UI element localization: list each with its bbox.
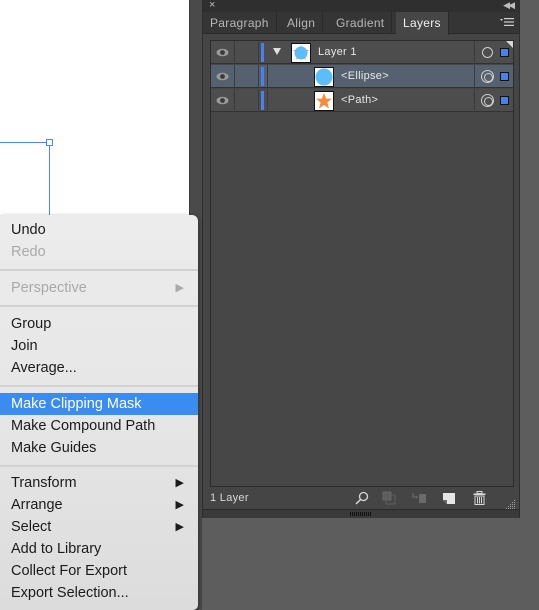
menu-item-undo[interactable]: Undo [0,219,198,241]
menu-item-make-compound-path[interactable]: Make Compound Path [0,415,198,437]
make-clipping-mask-icon[interactable] [381,490,397,506]
menu-item-label: Transform [11,475,77,491]
menu-item-join[interactable]: Join [0,335,198,357]
menu-item-label: Make Compound Path [11,418,156,434]
menu-item-label: Perspective [11,280,87,296]
lock-toggle[interactable] [235,41,259,64]
layer-name[interactable]: <Path> [341,89,378,112]
trash-icon[interactable] [471,490,487,506]
panel-tabs: Paragraph Align Gradient Layers [203,12,519,35]
column-divider [267,89,268,112]
menu-item-redo[interactable]: Redo [0,241,198,263]
ellipse-thumbnail [314,67,334,87]
layer-thumbnail [291,43,311,63]
visibility-toggle[interactable] [211,65,235,88]
menu-item-collect-for-export[interactable]: Collect For Export [0,560,198,582]
layer-count: 1 Layer [210,492,249,504]
selection-indicator[interactable] [500,48,509,57]
menu-item-label: Make Clipping Mask [11,396,142,412]
menu-item-export-selection[interactable]: Export Selection... [0,582,198,604]
tab-align[interactable]: Align [280,12,324,34]
layer-row[interactable]: <Ellipse> [211,65,513,88]
resize-grip-icon[interactable] [506,497,516,509]
menu-item-perspective[interactable]: Perspective ▶ [0,277,198,299]
target-column[interactable] [474,41,513,64]
target-icon[interactable] [481,70,494,83]
target-column[interactable] [474,65,513,88]
menu-item-label: Add to Library [11,541,102,557]
menu-item-label: Export Selection... [11,585,129,601]
tab-layers[interactable]: Layers [396,12,449,35]
eye-icon [216,72,229,81]
menu-item-label: Arrange [11,497,63,513]
layer-color-indicator [261,67,264,86]
lock-toggle[interactable] [235,65,259,88]
menu-item-add-to-library[interactable]: Add to Library [0,538,198,560]
layer-color-indicator [261,91,264,110]
menu-item-label: Join [11,338,38,354]
menu-item-make-guides[interactable]: Make Guides [0,437,198,459]
menu-item-select[interactable]: Select ▶ [0,516,198,538]
context-menu: Undo Redo Perspective ▶ Group Join Averag… [0,215,198,610]
panel-title-bar[interactable]: × ◀◀ [203,0,519,12]
close-icon[interactable]: × [209,0,215,11]
menu-separator [0,385,198,387]
layer-row[interactable]: <Path> [211,89,513,112]
layers-panel: × ◀◀ Paragraph Align Gradient Layers Lay… [202,0,520,518]
visibility-toggle[interactable] [211,41,235,64]
menu-item-label: Group [11,316,52,332]
menu-item-arrange[interactable]: Arrange ▶ [0,494,198,516]
visibility-toggle[interactable] [211,89,235,112]
eye-icon [216,48,229,57]
search-icon[interactable] [354,490,370,506]
new-layer-icon[interactable] [441,490,457,506]
layer-color-indicator [261,43,264,62]
menu-item-group[interactable]: Group [0,313,198,335]
menu-item-label: Undo [11,222,46,238]
menu-separator [0,269,198,271]
create-sublayer-icon[interactable] [411,490,427,506]
menu-item-label: Average... [11,360,77,376]
layers-list: Layer 1 <Ellipse> <Path> [210,40,514,487]
target-icon[interactable] [481,94,494,107]
menu-item-transform[interactable]: Transform ▶ [0,472,198,494]
panel-menu-icon[interactable] [500,17,514,30]
grip-handle-icon[interactable] [350,512,372,516]
selection-indicator[interactable] [500,72,509,81]
menu-item-label: Redo [11,244,46,260]
menu-separator [0,465,198,467]
submenu-arrow-icon: ▶ [175,282,184,294]
submenu-arrow-icon: ▶ [175,521,184,533]
menu-item-label: Collect For Export [11,563,128,579]
disclosure-triangle-icon[interactable] [273,48,281,55]
collapse-panel-icon[interactable]: ◀◀ [503,0,515,11]
menu-item-label: Make Guides [11,440,97,456]
selection-bounding-box-top [0,142,49,143]
layer-name[interactable]: <Ellipse> [341,65,389,88]
column-divider [267,65,268,88]
target-icon[interactable] [482,47,493,58]
submenu-arrow-icon: ▶ [175,499,184,511]
selection-corner-indicator [506,41,513,48]
submenu-arrow-icon: ▶ [175,477,184,489]
tab-gradient[interactable]: Gradient [329,12,393,34]
tab-paragraph[interactable]: Paragraph [203,12,277,34]
panel-resize-bar[interactable] [203,509,519,518]
target-column[interactable] [474,89,513,112]
selection-handle[interactable] [46,139,53,146]
menu-item-average[interactable]: Average... [0,357,198,379]
menu-item-label: Select [11,519,52,535]
eye-icon [216,96,229,105]
lock-toggle[interactable] [235,89,259,112]
menu-separator [0,305,198,307]
star-thumbnail [314,91,334,111]
layer-name[interactable]: Layer 1 [318,41,357,64]
layer-row[interactable]: Layer 1 [211,41,513,64]
selection-indicator[interactable] [500,96,509,105]
menu-item-make-clipping-mask[interactable]: Make Clipping Mask [0,393,198,415]
